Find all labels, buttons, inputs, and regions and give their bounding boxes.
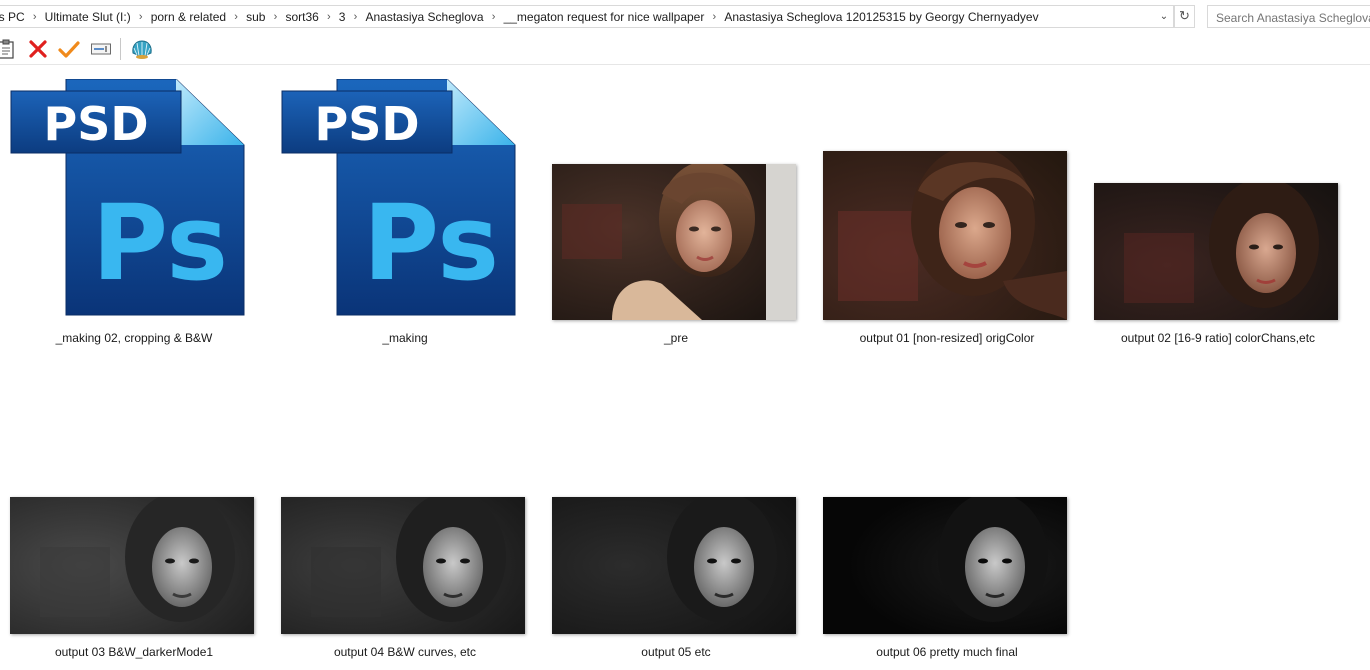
file-name[interactable]: output 06 pretty much final (815, 645, 1079, 659)
chevron-right-icon[interactable]: › (27, 11, 43, 23)
chevron-right-icon[interactable]: › (133, 11, 149, 23)
image-thumbnail (10, 497, 254, 634)
address-row: is PC › Ultimate Slut (I:) › porn & rela… (0, 0, 1370, 34)
breadcrumb-item-folder-5[interactable]: Anastasiya Scheglova (363, 10, 485, 24)
file-name[interactable]: output 04 B&W curves, etc (273, 645, 537, 659)
chevron-right-icon[interactable]: › (228, 11, 244, 23)
psd-badge-text: PSD (43, 97, 148, 151)
breadcrumb-item-folder-2[interactable]: sub (244, 10, 267, 24)
image-thumbnail (552, 164, 796, 320)
file-name[interactable]: output 03 B&W_darkerMode1 (2, 645, 266, 659)
file-name[interactable]: _pre (544, 331, 808, 345)
breadcrumb-item-drive[interactable]: Ultimate Slut (I:) (43, 10, 133, 24)
breadcrumb-item-current[interactable]: Anastasiya Scheglova 120125315 by Georgy… (722, 10, 1040, 24)
chevron-right-icon[interactable]: › (347, 11, 363, 23)
breadcrumb-item-folder-6[interactable]: __megaton request for nice wallpaper (502, 10, 707, 24)
ps-logo-text: Ps (92, 182, 228, 304)
toolbar-divider (120, 38, 121, 60)
image-thumbnail (823, 151, 1067, 320)
file-name[interactable]: output 05 etc (544, 645, 808, 659)
psd-file-icon: PSD Ps (273, 65, 537, 321)
breadcrumb-item-folder-1[interactable]: porn & related (149, 10, 228, 24)
breadcrumb: is PC › Ultimate Slut (I:) › porn & rela… (0, 10, 1041, 24)
chevron-right-icon[interactable]: › (321, 11, 337, 23)
file-name[interactable]: output 02 [16-9 ratio] colorChans,etc (1086, 331, 1350, 345)
breadcrumb-item-folder-4[interactable]: 3 (337, 10, 348, 24)
chevron-down-icon[interactable]: ⌄ (1157, 9, 1171, 25)
image-thumbnail (823, 497, 1067, 634)
breadcrumb-item-this-pc[interactable]: is PC (0, 10, 27, 24)
delete-icon[interactable] (27, 38, 49, 60)
chevron-right-icon[interactable]: › (706, 11, 722, 23)
image-thumbnail (281, 497, 525, 634)
refresh-button[interactable]: ↻ (1174, 5, 1195, 28)
address-bar[interactable]: is PC › Ultimate Slut (I:) › porn & rela… (0, 5, 1174, 28)
checkmark-icon[interactable] (58, 38, 80, 60)
chevron-right-icon[interactable]: › (267, 11, 283, 23)
breadcrumb-item-folder-3[interactable]: sort36 (283, 10, 320, 24)
image-thumbnail (552, 497, 796, 634)
file-name[interactable]: _making 02, cropping & B&W (2, 331, 266, 345)
rename-icon[interactable] (90, 38, 112, 60)
search-input[interactable] (1207, 5, 1370, 28)
properties-icon[interactable] (0, 38, 16, 60)
psd-badge-text: PSD (314, 97, 419, 151)
image-thumbnail (1094, 183, 1338, 320)
psd-file-icon: PSD Ps (2, 65, 266, 321)
chevron-right-icon[interactable]: › (486, 11, 502, 23)
file-name[interactable]: _making (273, 331, 537, 345)
file-grid: PSD Ps _making 02, cropping & B&W PSD Ps… (0, 65, 1370, 670)
shell-icon[interactable] (131, 38, 153, 60)
ps-logo-text: Ps (363, 182, 499, 304)
file-name[interactable]: output 01 [non-resized] origColor (815, 331, 1079, 345)
quick-access-toolbar (0, 34, 1370, 65)
